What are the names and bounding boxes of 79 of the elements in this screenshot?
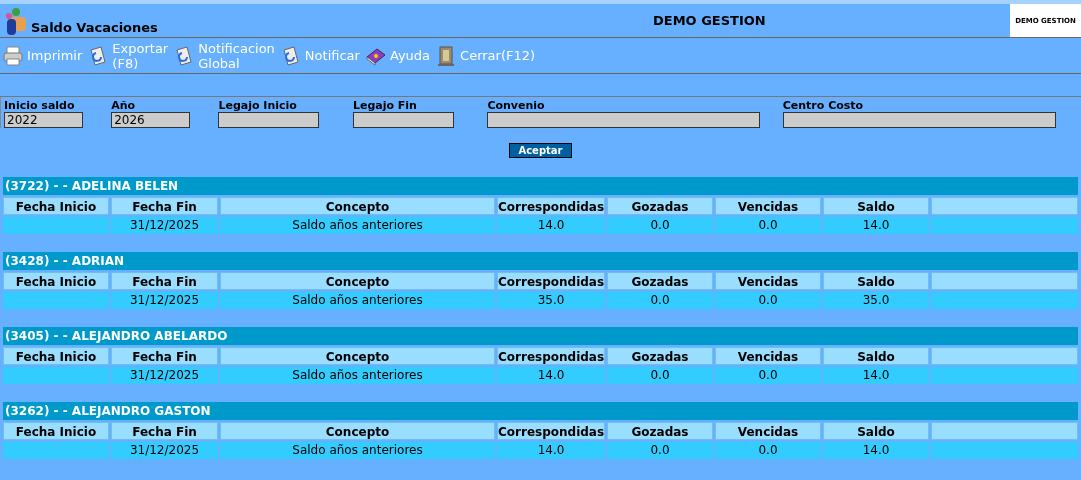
table-cell: 14.0 xyxy=(497,442,605,459)
toolbar-button[interactable]: Cerrar(F12) xyxy=(435,44,536,67)
table-cell: 35.0 xyxy=(823,292,929,309)
table-cell: 14.0 xyxy=(823,217,929,234)
column-header: Concepto xyxy=(220,347,495,365)
toolbar-button[interactable]: Notificacion Global xyxy=(173,40,275,71)
table-cell: 14.0 xyxy=(823,442,929,459)
table-cell: 35.0 xyxy=(497,292,605,309)
table-cell: 0.0 xyxy=(715,442,821,459)
column-header: Vencidas xyxy=(715,347,821,365)
column-header: Correspondidas xyxy=(497,197,605,215)
column-header: Fecha Fin xyxy=(111,347,218,365)
field-label: Convenio xyxy=(487,99,546,112)
column-header: Correspondidas xyxy=(497,347,605,365)
table-cell: Saldo años anteriores xyxy=(220,292,495,309)
input-field[interactable] xyxy=(782,112,1056,128)
table-cell: 31/12/2025 xyxy=(111,217,218,234)
input-field[interactable] xyxy=(487,112,761,128)
column-header: Vencidas xyxy=(715,422,821,440)
column-header: Fecha Fin xyxy=(111,197,218,215)
table-cell: Saldo años anteriores xyxy=(220,217,495,234)
column-header: Fecha Inicio xyxy=(3,422,109,440)
column-header: Fecha Fin xyxy=(111,422,218,440)
toolbar-button[interactable]: Ayuda xyxy=(364,44,431,67)
app-logo-icon xyxy=(4,7,28,37)
table-cell: Saldo años anteriores xyxy=(220,367,495,384)
employee-header: (3405) - - ALEJANDRO ABELARDO xyxy=(3,327,1078,345)
column-header: Gozadas xyxy=(607,422,713,440)
table-cell: 31/12/2025 xyxy=(111,292,218,309)
table-cell: 31/12/2025 xyxy=(111,367,218,384)
table-cell: 14.0 xyxy=(497,367,605,384)
column-header: Correspondidas xyxy=(497,422,605,440)
table-cell: 0.0 xyxy=(715,367,821,384)
table-cell: 0.0 xyxy=(607,217,713,234)
table-cell: 14.0 xyxy=(497,217,605,234)
column-header: Gozadas xyxy=(607,272,713,290)
column-header: Fecha Fin xyxy=(111,272,218,290)
table-cell: 14.0 xyxy=(823,367,929,384)
column-header: Correspondidas xyxy=(497,272,605,290)
toolbar-button[interactable]: Exportar (F8) xyxy=(87,40,169,71)
column-header: Vencidas xyxy=(715,272,821,290)
column-header: Fecha Inicio xyxy=(3,197,109,215)
input-field[interactable] xyxy=(352,112,454,128)
table-cell: 31/12/2025 xyxy=(111,442,218,459)
column-header: Gozadas xyxy=(607,197,713,215)
window-title: Saldo Vacaciones xyxy=(31,20,158,37)
field-label: Legajo Fin xyxy=(352,99,418,112)
input-field[interactable]: 2026 xyxy=(111,112,191,128)
toolbar-button[interactable]: Notificar xyxy=(279,44,360,67)
column-header: Concepto xyxy=(220,197,495,215)
toolbar-button[interactable]: Imprimir xyxy=(2,44,83,67)
column-header: Vencidas xyxy=(715,197,821,215)
column-header: Fecha Inicio xyxy=(3,272,109,290)
table-cell: 0.0 xyxy=(607,442,713,459)
employee-header: (3428) - - ADRIAN xyxy=(3,252,1078,270)
table-cell: 0.0 xyxy=(607,367,713,384)
input-field[interactable] xyxy=(218,112,320,128)
field-label: Año xyxy=(111,99,137,112)
field-label: Inicio saldo xyxy=(4,99,76,112)
table-cell: Saldo años anteriores xyxy=(220,442,495,459)
table-cell: 0.0 xyxy=(715,292,821,309)
column-header: Saldo xyxy=(823,272,929,290)
column-header: Saldo xyxy=(823,422,929,440)
table-cell: 0.0 xyxy=(715,217,821,234)
field-label: Centro Costo xyxy=(782,99,865,112)
company-name: DEMO GESTION xyxy=(652,13,767,28)
column-header: Saldo xyxy=(823,347,929,365)
column-header: Concepto xyxy=(220,272,495,290)
table-cell: 0.0 xyxy=(607,292,713,309)
accept-button[interactable]: Aceptar xyxy=(509,143,572,158)
column-header: Fecha Inicio xyxy=(3,347,109,365)
printer-icon xyxy=(2,44,24,67)
field-label: Legajo Inicio xyxy=(218,99,298,112)
column-header: Concepto xyxy=(220,422,495,440)
column-header: Saldo xyxy=(823,197,929,215)
employee-header: (3722) - - ADELINA BELEN xyxy=(3,177,1078,195)
column-header: Gozadas xyxy=(607,347,713,365)
employee-header: (3262) - - ALEJANDRO GASTON xyxy=(3,402,1078,420)
input-field[interactable]: 2022 xyxy=(4,112,83,128)
